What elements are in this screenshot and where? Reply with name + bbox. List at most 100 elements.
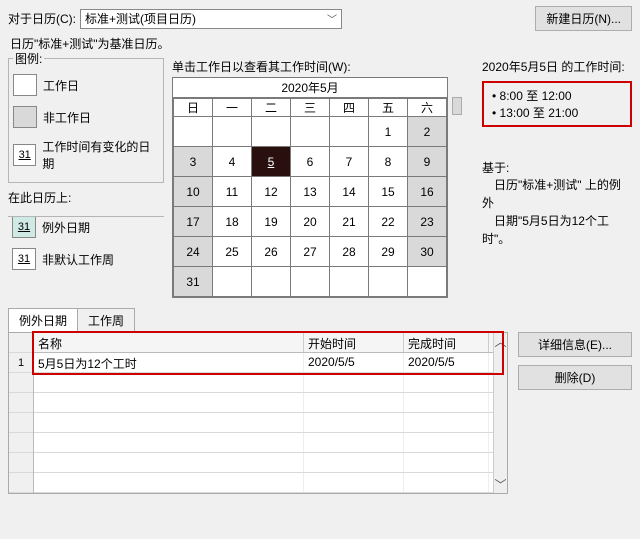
grid-scrollbar[interactable]: ︿﹀	[493, 333, 507, 493]
table-row[interactable]	[34, 433, 493, 453]
based-on-text-1: 日历"标准+测试" 上的例外	[482, 176, 632, 212]
table-row[interactable]	[34, 413, 493, 433]
legend-exception: 例外日期	[42, 219, 90, 236]
dow-header: 一	[213, 99, 252, 117]
calendar-cell[interactable]: 14	[330, 177, 369, 207]
for-calendar-label: 对于日历(C):	[8, 10, 76, 27]
calendar-cell[interactable]: 27	[291, 237, 330, 267]
row-index[interactable]	[9, 473, 33, 493]
swatch-nondefault: 31	[12, 248, 36, 270]
table-row[interactable]: 5月5日为12个工时 2020/5/5 2020/5/5	[34, 353, 493, 373]
dow-header: 六	[408, 99, 447, 117]
calendar-cell[interactable]: 12	[252, 177, 291, 207]
calendar-month: 2020年5月	[173, 78, 447, 98]
calendar-cell	[213, 117, 252, 147]
table-row[interactable]	[34, 393, 493, 413]
cell-end[interactable]: 2020/5/5	[404, 353, 489, 372]
dow-header: 五	[369, 99, 408, 117]
calendar-cell[interactable]: 21	[330, 207, 369, 237]
calendar-caption: 单击工作日以查看其工作时间(W):	[172, 58, 474, 75]
cell-start[interactable]: 2020/5/5	[304, 353, 404, 372]
tab-workweeks[interactable]: 工作周	[77, 308, 135, 332]
calendar-cell[interactable]: 29	[369, 237, 408, 267]
row-index[interactable]	[9, 373, 33, 393]
calendar-cell[interactable]: 23	[408, 207, 447, 237]
details-button[interactable]: 详细信息(E)...	[518, 332, 632, 357]
calendar-cell[interactable]: 1	[369, 117, 408, 147]
calendar-cell[interactable]: 24	[174, 237, 213, 267]
calendar-cell[interactable]: 26	[252, 237, 291, 267]
calendar-cell[interactable]: 28	[330, 237, 369, 267]
calendar-cell	[213, 267, 252, 297]
legend-title: 图例:	[13, 50, 44, 67]
calendar-cell	[252, 117, 291, 147]
swatch-edited: 31	[13, 144, 36, 166]
tab-exceptions[interactable]: 例外日期	[8, 308, 78, 332]
swatch-exception: 31	[12, 216, 36, 238]
dow-header: 日	[174, 99, 213, 117]
calendar-select[interactable]: 标准+测试(项目日历) ﹀	[80, 9, 342, 29]
calendar[interactable]: 2020年5月 日一二三四五六1234567891011121314151617…	[172, 77, 448, 298]
legend-nondefault: 非默认工作周	[42, 251, 114, 268]
calendar-select-value: 标准+测试(项目日历)	[85, 10, 196, 27]
calendar-cell[interactable]: 5	[252, 147, 291, 177]
table-row[interactable]	[34, 453, 493, 473]
row-index[interactable]	[9, 453, 33, 473]
new-calendar-button[interactable]: 新建日历(N)...	[535, 6, 632, 31]
calendar-cell[interactable]: 22	[369, 207, 408, 237]
calendar-cell[interactable]: 9	[408, 147, 447, 177]
hours-title: 2020年5月5日 的工作时间:	[482, 58, 632, 75]
dow-header: 三	[291, 99, 330, 117]
calendar-cell[interactable]: 11	[213, 177, 252, 207]
legend-edited: 工作时间有变化的日期	[42, 138, 159, 172]
calendar-cell[interactable]: 2	[408, 117, 447, 147]
calendar-cell[interactable]: 6	[291, 147, 330, 177]
chevron-down-icon: ﹀	[327, 11, 337, 26]
calendar-cell	[291, 117, 330, 147]
row-index[interactable]	[9, 433, 33, 453]
calendar-cell[interactable]: 19	[252, 207, 291, 237]
calendar-cell[interactable]: 7	[330, 147, 369, 177]
exceptions-grid[interactable]: 1 名称 开始时间 完成时间 5月5日为12个工时 2020/5/5 2020/…	[8, 332, 508, 494]
calendar-cell[interactable]: 30	[408, 237, 447, 267]
legend-nonworkday: 非工作日	[43, 109, 91, 126]
calendar-scroll[interactable]	[452, 97, 462, 115]
calendar-cell[interactable]: 4	[213, 147, 252, 177]
calendar-cell[interactable]: 17	[174, 207, 213, 237]
col-start[interactable]: 开始时间	[304, 333, 404, 352]
swatch-nonworkday	[13, 106, 37, 128]
calendar-cell[interactable]: 10	[174, 177, 213, 207]
calendar-cell[interactable]: 13	[291, 177, 330, 207]
calendar-cell[interactable]: 16	[408, 177, 447, 207]
swatch-workday	[13, 74, 37, 96]
row-index[interactable]: 1	[9, 353, 33, 373]
calendar-cell[interactable]: 31	[174, 267, 213, 297]
based-on-label: 基于:	[482, 159, 632, 176]
legend-workday: 工作日	[43, 77, 79, 94]
legend-title2: 在此日历上:	[8, 189, 164, 206]
calendar-cell[interactable]: 20	[291, 207, 330, 237]
calendar-cell	[330, 117, 369, 147]
rowhdr-blank	[9, 333, 33, 353]
row-index[interactable]	[9, 413, 33, 433]
calendar-cell	[174, 117, 213, 147]
dow-header: 四	[330, 99, 369, 117]
calendar-cell[interactable]: 25	[213, 237, 252, 267]
table-row[interactable]	[34, 473, 493, 493]
hours-line-1: 8:00 至 12:00	[492, 87, 622, 104]
calendar-cell[interactable]: 15	[369, 177, 408, 207]
col-name[interactable]: 名称	[34, 333, 304, 352]
cell-name[interactable]: 5月5日为12个工时	[34, 353, 304, 372]
row-index[interactable]	[9, 393, 33, 413]
calendar-cell	[408, 267, 447, 297]
table-row[interactable]	[34, 373, 493, 393]
calendar-cell	[369, 267, 408, 297]
calendar-cell[interactable]: 18	[213, 207, 252, 237]
calendar-cell	[252, 267, 291, 297]
calendar-cell[interactable]: 3	[174, 147, 213, 177]
col-end[interactable]: 完成时间	[404, 333, 489, 352]
hours-line-2: 13:00 至 21:00	[492, 104, 622, 121]
delete-button[interactable]: 删除(D)	[518, 365, 632, 390]
calendar-cell[interactable]: 8	[369, 147, 408, 177]
dow-header: 二	[252, 99, 291, 117]
